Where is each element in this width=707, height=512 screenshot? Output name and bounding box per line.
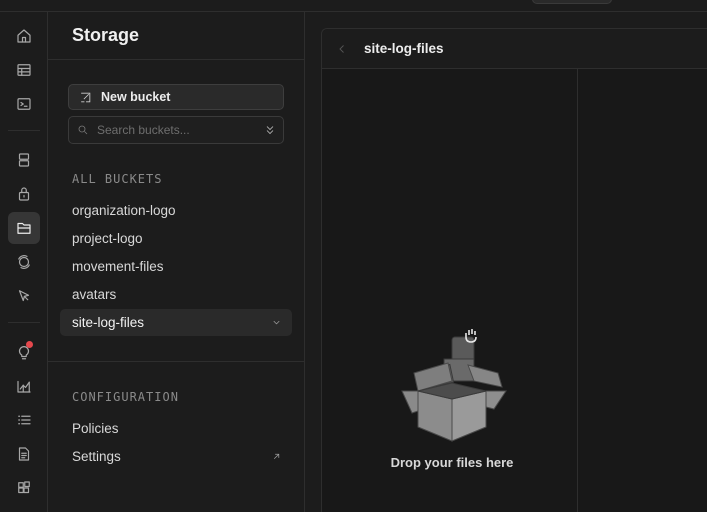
bucket-label: project-logo	[72, 231, 143, 246]
main-area: site-log-files Drop your files here	[305, 12, 707, 512]
reports-icon[interactable]	[8, 370, 40, 402]
notification-dot	[26, 341, 33, 348]
file-dropzone[interactable]: Drop your files here	[382, 329, 522, 509]
logs-icon[interactable]	[8, 404, 40, 436]
policies-link[interactable]: Policies	[72, 421, 282, 436]
chevron-down-icon[interactable]	[271, 317, 282, 328]
sidebar-divider	[48, 361, 304, 362]
docs-icon[interactable]	[8, 438, 40, 470]
edge-functions-icon[interactable]	[8, 280, 40, 312]
table-editor-icon[interactable]	[8, 54, 40, 86]
drop-files-text: Drop your files here	[390, 455, 514, 470]
file-explorer: site-log-files Drop your files here	[321, 28, 707, 512]
settings-link[interactable]: Settings	[72, 449, 282, 464]
external-link-icon	[273, 453, 280, 460]
integrations-icon[interactable]	[8, 472, 40, 504]
bucket-item[interactable]: project-logo	[60, 225, 292, 252]
policies-label: Policies	[72, 421, 119, 436]
rail-divider	[8, 130, 40, 131]
search-icon	[78, 125, 88, 135]
bucket-label: organization-logo	[72, 203, 176, 218]
sidebar-title: Storage	[48, 12, 304, 60]
nav-rail	[0, 12, 48, 512]
all-buckets-heading: ALL BUCKETS	[72, 172, 163, 186]
sort-chevrons-icon[interactable]	[264, 124, 276, 136]
new-bucket-button[interactable]: New bucket	[68, 84, 284, 110]
box-upload-illustration	[401, 329, 507, 442]
bucket-item[interactable]: movement-files	[60, 253, 292, 280]
top-bar	[0, 0, 707, 12]
chevron-left-icon[interactable]	[336, 43, 348, 55]
advisors-icon[interactable]	[8, 336, 40, 368]
database-icon[interactable]	[8, 144, 40, 176]
column-divider[interactable]	[577, 69, 578, 512]
bucket-label: site-log-files	[72, 315, 145, 330]
bucket-item-selected[interactable]: site-log-files	[60, 309, 292, 336]
explorer-header: site-log-files	[322, 29, 707, 69]
new-bucket-label: New bucket	[101, 90, 171, 104]
bucket-item[interactable]: avatars	[60, 281, 292, 308]
explorer-title: site-log-files	[364, 41, 444, 56]
realtime-icon[interactable]	[8, 246, 40, 278]
search-input[interactable]	[97, 123, 257, 137]
storage-icon[interactable]	[8, 212, 40, 244]
edit-icon	[81, 92, 91, 102]
top-bar-control[interactable]	[532, 0, 612, 4]
home-icon[interactable]	[8, 20, 40, 52]
sql-editor-icon[interactable]	[8, 88, 40, 120]
bucket-label: movement-files	[72, 259, 164, 274]
auth-icon[interactable]	[8, 178, 40, 210]
bucket-item[interactable]: organization-logo	[60, 197, 292, 224]
storage-sidebar: Storage New bucket ALL BUCKETS organizat…	[48, 12, 305, 512]
bucket-label: avatars	[72, 287, 117, 302]
configuration-heading: CONFIGURATION	[72, 390, 179, 404]
rail-divider	[8, 322, 40, 323]
settings-label: Settings	[72, 449, 121, 464]
search-buckets	[68, 116, 284, 144]
